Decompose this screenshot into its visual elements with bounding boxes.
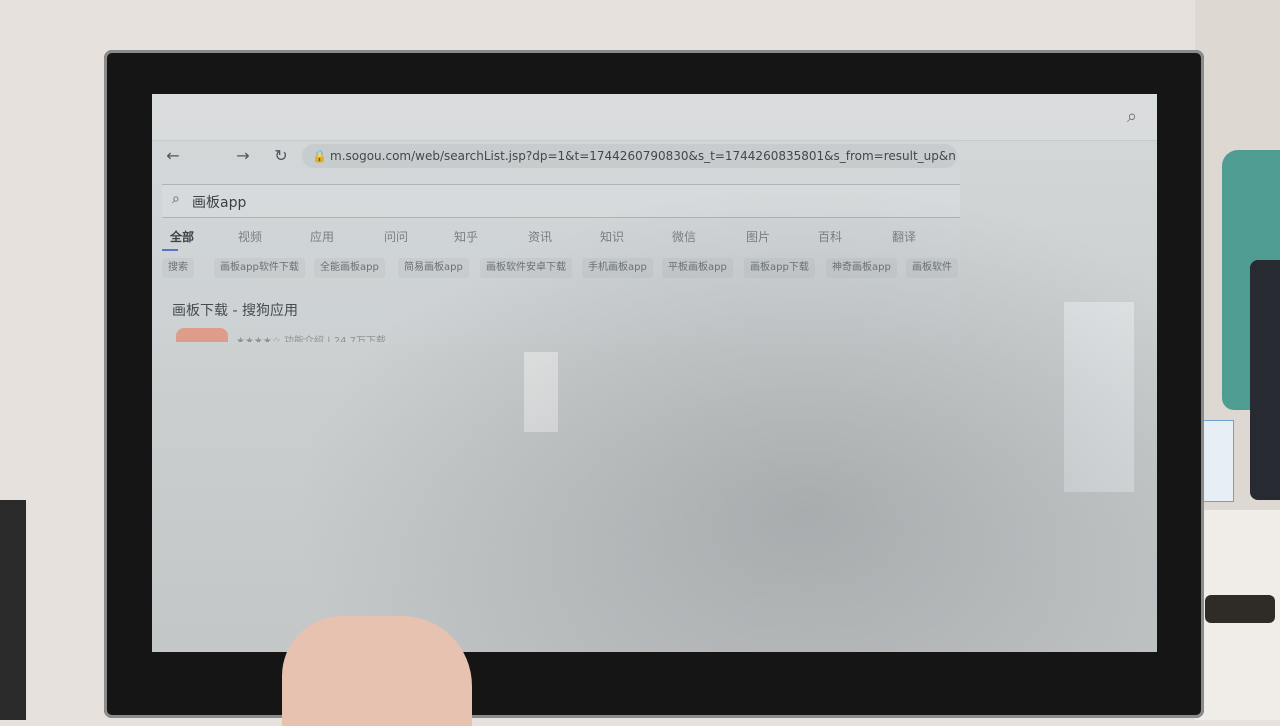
chip[interactable]: 画板软件安卓下载 <box>480 258 572 278</box>
tab-apps[interactable]: 应用 <box>310 228 334 245</box>
related-chips: 搜索 画板app软件下载 全能画板app 简易画板app 画板软件安卓下载 手机… <box>162 258 960 280</box>
arrow-right-icon[interactable]: → <box>232 146 254 165</box>
chip[interactable]: 搜索 <box>162 258 194 278</box>
window-reflection <box>1064 302 1134 492</box>
chip[interactable]: 画板app软件下载 <box>214 258 305 278</box>
search-query-text: 画板app <box>192 195 247 211</box>
search-input[interactable]: ⌕ 画板app <box>162 184 960 218</box>
tab-baike[interactable]: 百科 <box>818 228 842 245</box>
search-icon[interactable]: ⌕ <box>1121 106 1143 128</box>
tab-knowledge[interactable]: 知识 <box>600 228 624 245</box>
chip[interactable]: 手机画板app <box>582 258 653 278</box>
result-snippet: ★★★★☆ 功能介绍 | 24.7万下载 <box>172 326 952 342</box>
url-bar[interactable]: 🔒 m.sogou.com/web/searchList.jsp?dp=1&t=1… <box>302 144 957 168</box>
url-text: m.sogou.com/web/searchList.jsp?dp=1&t=17… <box>330 149 957 163</box>
tab-zhihu[interactable]: 知乎 <box>454 228 478 245</box>
tab-wechat[interactable]: 微信 <box>672 228 696 245</box>
arrow-left-icon[interactable]: ← <box>162 146 184 165</box>
chip[interactable]: 神奇画板app <box>826 258 897 278</box>
camera <box>1205 595 1275 623</box>
tab-all[interactable]: 全部 <box>170 228 194 245</box>
monitor-screen: ⌕ ← → ↻ 🔒 m.sogou.com/web/searchList.jsp?… <box>152 94 1157 652</box>
bottle <box>1250 260 1280 500</box>
reload-icon[interactable]: ↻ <box>270 146 292 165</box>
tab-video[interactable]: 视频 <box>238 228 262 245</box>
chip[interactable]: 全能画板app <box>314 258 385 278</box>
browser-window: ← → ↻ 🔒 m.sogou.com/web/searchList.jsp?dp… <box>152 142 960 344</box>
chip[interactable]: 平板画板app <box>662 258 733 278</box>
active-tab-indicator <box>162 249 178 251</box>
tripod-stand <box>0 500 26 720</box>
search-tabs: 全部 视频 应用 问问 知乎 资讯 知识 微信 图片 百科 翻译 <box>162 228 960 250</box>
tab-news[interactable]: 资讯 <box>528 228 552 245</box>
chip[interactable]: 简易画板app <box>398 258 469 278</box>
monitor-logo <box>748 656 814 678</box>
tab-wenwen[interactable]: 问问 <box>384 228 408 245</box>
search-icon: ⌕ <box>172 191 180 207</box>
lock-icon: 🔒 <box>312 149 327 163</box>
tab-translate[interactable]: 翻译 <box>892 228 916 245</box>
top-search-bar[interactable]: ⌕ <box>152 94 1157 141</box>
result-title-link[interactable]: 画板下载 - 搜狗应用 <box>172 300 298 320</box>
address-row: ← → ↻ 🔒 m.sogou.com/web/searchList.jsp?dp… <box>152 142 960 172</box>
chip[interactable]: 画板软件 <box>906 258 958 278</box>
tab-images[interactable]: 图片 <box>746 228 770 245</box>
result-meta: ★★★★☆ 功能介绍 | 24.7万下载 <box>236 336 386 342</box>
light-reflection <box>524 352 558 432</box>
app-icon[interactable] <box>176 328 228 342</box>
hand <box>282 616 472 726</box>
chip[interactable]: 画板app下载 <box>744 258 815 278</box>
